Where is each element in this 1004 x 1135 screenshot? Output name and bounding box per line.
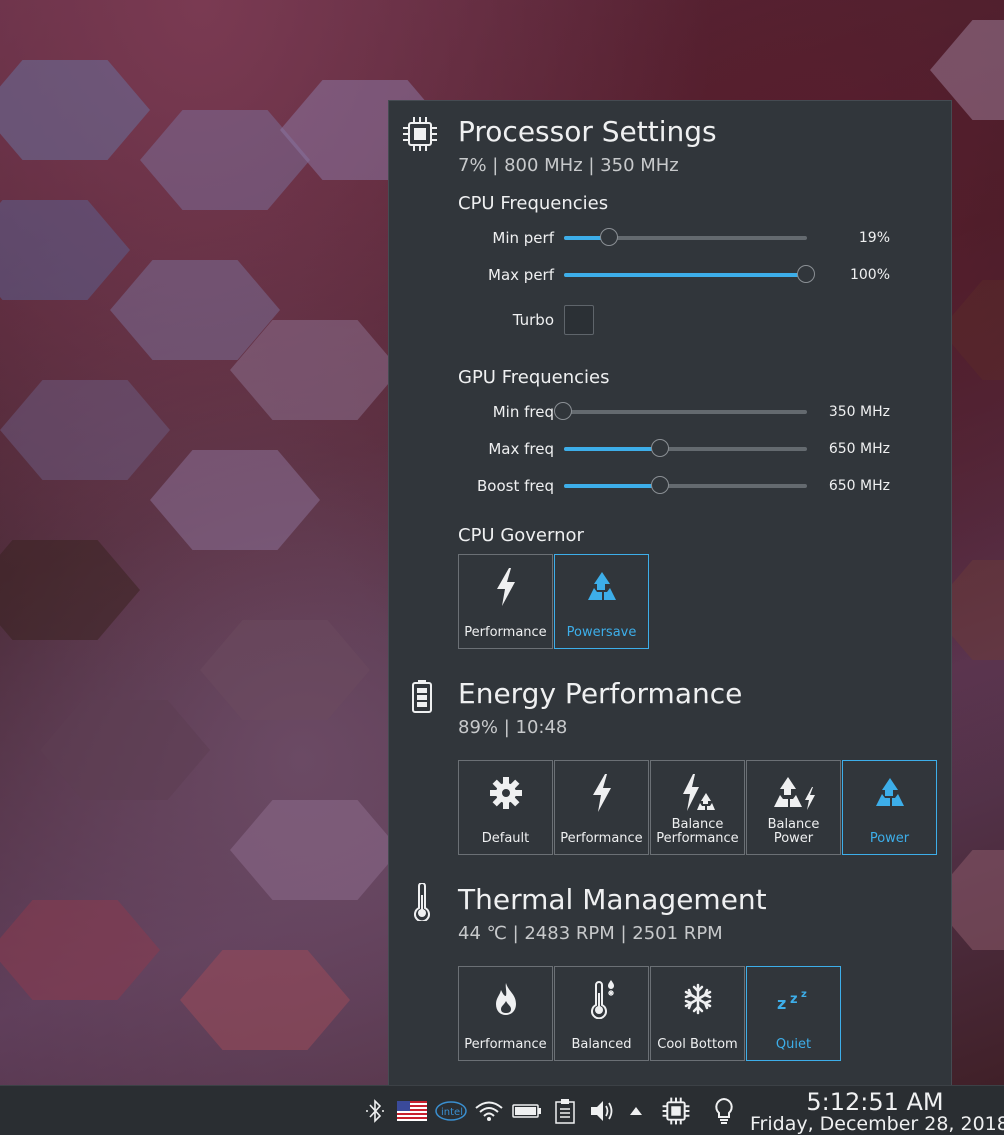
option-label: Cool Bottom — [657, 1037, 738, 1052]
thermal-cool-bottom-button[interactable]: Cool Bottom — [650, 966, 745, 1061]
energy-options: Default Performance Balance Performance … — [458, 760, 937, 855]
thermal-balanced-button[interactable]: Balanced — [554, 966, 649, 1061]
governor-powersave-button[interactable]: Powersave — [554, 554, 649, 649]
svg-text:z: z — [801, 989, 807, 1000]
cpu-chip-icon[interactable] — [660, 1097, 692, 1125]
energy-performance-button[interactable]: Performance — [554, 760, 649, 855]
option-label: Performance — [464, 625, 547, 640]
boost-freq-slider[interactable] — [564, 476, 807, 496]
min-perf-slider[interactable] — [564, 228, 807, 248]
energy-performance-title: Energy Performance — [458, 677, 743, 710]
slider-handle[interactable] — [600, 228, 619, 246]
min-freq-slider[interactable] — [554, 402, 807, 422]
slider-handle[interactable] — [554, 402, 572, 420]
wifi-icon[interactable] — [474, 1098, 504, 1124]
battery-icon[interactable] — [512, 1098, 542, 1124]
slider-handle[interactable] — [651, 439, 670, 457]
processor-status: 7% | 800 MHz | 350 MHz — [458, 155, 679, 176]
thermal-status: 44 ℃ | 2483 RPM | 2501 RPM — [458, 923, 723, 944]
thermal-quiet-button[interactable]: zzz Quiet — [746, 966, 841, 1061]
cpu-governor-title: CPU Governor — [458, 525, 584, 546]
min-perf-label: Min perf — [492, 229, 554, 247]
lightning-icon — [555, 773, 648, 813]
option-label: Power — [869, 831, 910, 846]
sleep-zzz-icon: zzz — [747, 979, 840, 1019]
min-perf-value: 19% — [858, 230, 890, 246]
max-perf-value: 100% — [849, 267, 890, 283]
option-label: Default — [481, 831, 530, 846]
option-label: Quiet — [775, 1037, 812, 1052]
energy-power-button[interactable]: Power — [842, 760, 937, 855]
flame-icon — [459, 979, 552, 1019]
energy-status: 89% | 10:48 — [458, 717, 568, 738]
recycle-icon — [843, 773, 936, 813]
lightning-icon — [459, 567, 552, 607]
option-label: Balance Power — [767, 817, 820, 846]
lightning-recycle-icon — [651, 773, 744, 813]
processor-settings-title: Processor Settings — [458, 115, 717, 148]
svg-text:z: z — [777, 994, 786, 1013]
thermometer-icon — [403, 883, 441, 921]
clock-date[interactable]: Friday, December 28, 2018 — [750, 1113, 1004, 1135]
max-perf-label: Max perf — [488, 266, 554, 284]
cpu-chip-icon — [401, 115, 439, 153]
max-perf-slider[interactable] — [564, 265, 815, 285]
energy-default-button[interactable]: Default — [458, 760, 553, 855]
option-label: Balance Performance — [656, 817, 739, 846]
max-freq-value: 650 MHz — [828, 441, 890, 457]
max-freq-slider[interactable] — [564, 439, 807, 459]
min-freq-value: 350 MHz — [828, 404, 890, 420]
processor-settings-popup: Processor Settings 7% | 800 MHz | 350 MH… — [388, 100, 952, 1085]
clock-time[interactable]: 5:12:51 AM — [790, 1088, 960, 1116]
cpu-governor-options: Performance Powersave — [458, 554, 649, 649]
snowflake-icon — [651, 979, 744, 1019]
taskbar: intel 5:12:51 AM Friday, December 28, 20… — [0, 1085, 1004, 1135]
recycle-icon — [555, 567, 648, 607]
thermal-options: Performance Balanced Cool Bottom zzz Qui… — [458, 966, 841, 1061]
energy-balance-performance-button[interactable]: Balance Performance — [650, 760, 745, 855]
gpu-frequencies-title: GPU Frequencies — [458, 367, 610, 388]
volume-icon[interactable] — [588, 1098, 616, 1124]
thermal-management-title: Thermal Management — [458, 883, 767, 916]
max-freq-label: Max freq — [488, 440, 554, 458]
energy-balance-power-button[interactable]: Balance Power — [746, 760, 841, 855]
svg-text:intel: intel — [441, 1107, 463, 1118]
recycle-lightning-icon — [747, 773, 840, 813]
thermal-performance-button[interactable]: Performance — [458, 966, 553, 1061]
cpu-frequencies-title: CPU Frequencies — [458, 193, 609, 214]
us-flag-icon[interactable] — [396, 1098, 428, 1124]
arrow-up-icon[interactable] — [626, 1098, 646, 1124]
bluetooth-icon[interactable] — [362, 1098, 388, 1124]
option-label: Balanced — [571, 1037, 632, 1052]
lightbulb-icon[interactable] — [710, 1097, 738, 1124]
battery-icon — [403, 677, 441, 715]
gear-icon — [459, 773, 552, 813]
governor-performance-button[interactable]: Performance — [458, 554, 553, 649]
turbo-checkbox[interactable] — [564, 305, 594, 335]
boost-freq-label: Boost freq — [477, 477, 554, 495]
slider-handle[interactable] — [651, 476, 670, 494]
thermometer-balance-icon — [555, 979, 648, 1019]
clipboard-icon[interactable] — [552, 1098, 578, 1124]
svg-text:z: z — [790, 992, 798, 1007]
option-label: Powersave — [566, 625, 637, 640]
option-label: Performance — [560, 831, 643, 846]
boost-freq-value: 650 MHz — [828, 478, 890, 494]
intel-icon[interactable]: intel — [434, 1098, 468, 1124]
min-freq-label: Min freq — [492, 403, 554, 421]
option-label: Performance — [464, 1037, 547, 1052]
turbo-label: Turbo — [512, 311, 554, 329]
